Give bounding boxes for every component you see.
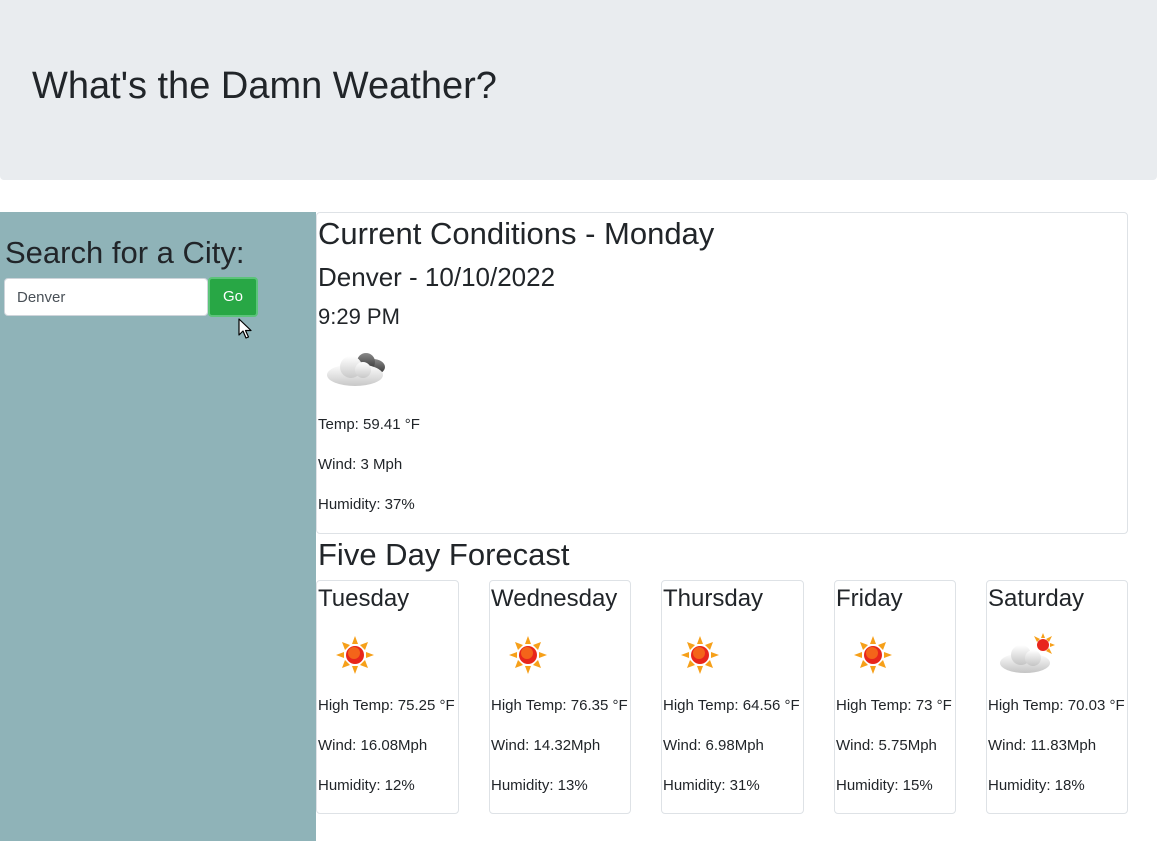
forecast-day: Wednesday [491, 585, 618, 612]
city-search-input[interactable] [4, 278, 208, 316]
partly-cloudy-day-icon [1000, 633, 1055, 673]
forecast-humidity: Humidity: 15% [836, 777, 933, 794]
forecast-wind: Wind: 5.75Mph [836, 737, 937, 754]
mouse-cursor-icon [238, 318, 252, 339]
current-wind: Wind: 3 Mph [318, 456, 403, 473]
forecast-high-temp: High Temp: 70.03 °F [988, 697, 1125, 714]
sun-icon [509, 636, 547, 674]
sun-icon [681, 636, 719, 674]
forecast-card: Wednesday High Temp: 76.35 °F Wind: 14.3… [489, 580, 631, 814]
header: What's the Damn Weather? [0, 0, 1157, 180]
forecast-humidity: Humidity: 31% [663, 777, 760, 794]
forecast-card: Tuesday High Temp: 75.25 °F Wind: 16.08M… [316, 580, 459, 814]
forecast-wind: Wind: 14.32Mph [491, 737, 601, 754]
forecast-high-temp: High Temp: 75.25 °F [318, 697, 455, 714]
go-button[interactable]: Go [208, 277, 258, 317]
search-heading: Search for a City: [5, 235, 245, 270]
forecast-card: Thursday High Temp: 64.56 °F Wind: 6.98M… [661, 580, 804, 814]
forecast-day: Thursday [663, 585, 764, 612]
forecast-high-temp: High Temp: 64.56 °F [663, 697, 800, 714]
forecast-high-temp: High Temp: 73 °F [836, 697, 952, 714]
sun-icon [854, 636, 892, 674]
forecast-humidity: Humidity: 13% [491, 777, 588, 794]
forecast-card: Saturday High Temp: 70.03 °F Wind: 11.83… [986, 580, 1128, 814]
partly-cloudy-night-icon [327, 353, 385, 386]
forecast-title: Five Day Forecast [318, 537, 570, 572]
forecast-humidity: Humidity: 12% [318, 777, 415, 794]
page-title: What's the Damn Weather? [32, 65, 497, 107]
forecast-day: Friday [836, 585, 903, 612]
forecast-day: Tuesday [318, 585, 410, 612]
forecast-wind: Wind: 6.98Mph [663, 737, 764, 754]
current-time: 9:29 PM [318, 304, 400, 329]
forecast-humidity: Humidity: 18% [988, 777, 1085, 794]
sun-icon [336, 636, 374, 674]
forecast-high-temp: High Temp: 76.35 °F [491, 697, 628, 714]
forecast-card: Friday High Temp: 73 °F Wind: 5.75Mph Hu… [834, 580, 956, 814]
forecast-wind: Wind: 11.83Mph [988, 737, 1097, 754]
city-date: Denver - 10/10/2022 [318, 262, 556, 292]
forecast-day: Saturday [988, 585, 1085, 612]
current-humidity: Humidity: 37% [318, 496, 415, 513]
current-temp: Temp: 59.41 °F [318, 416, 420, 433]
forecast-wind: Wind: 16.08Mph [318, 737, 428, 754]
current-conditions-title: Current Conditions - Monday [318, 216, 715, 251]
